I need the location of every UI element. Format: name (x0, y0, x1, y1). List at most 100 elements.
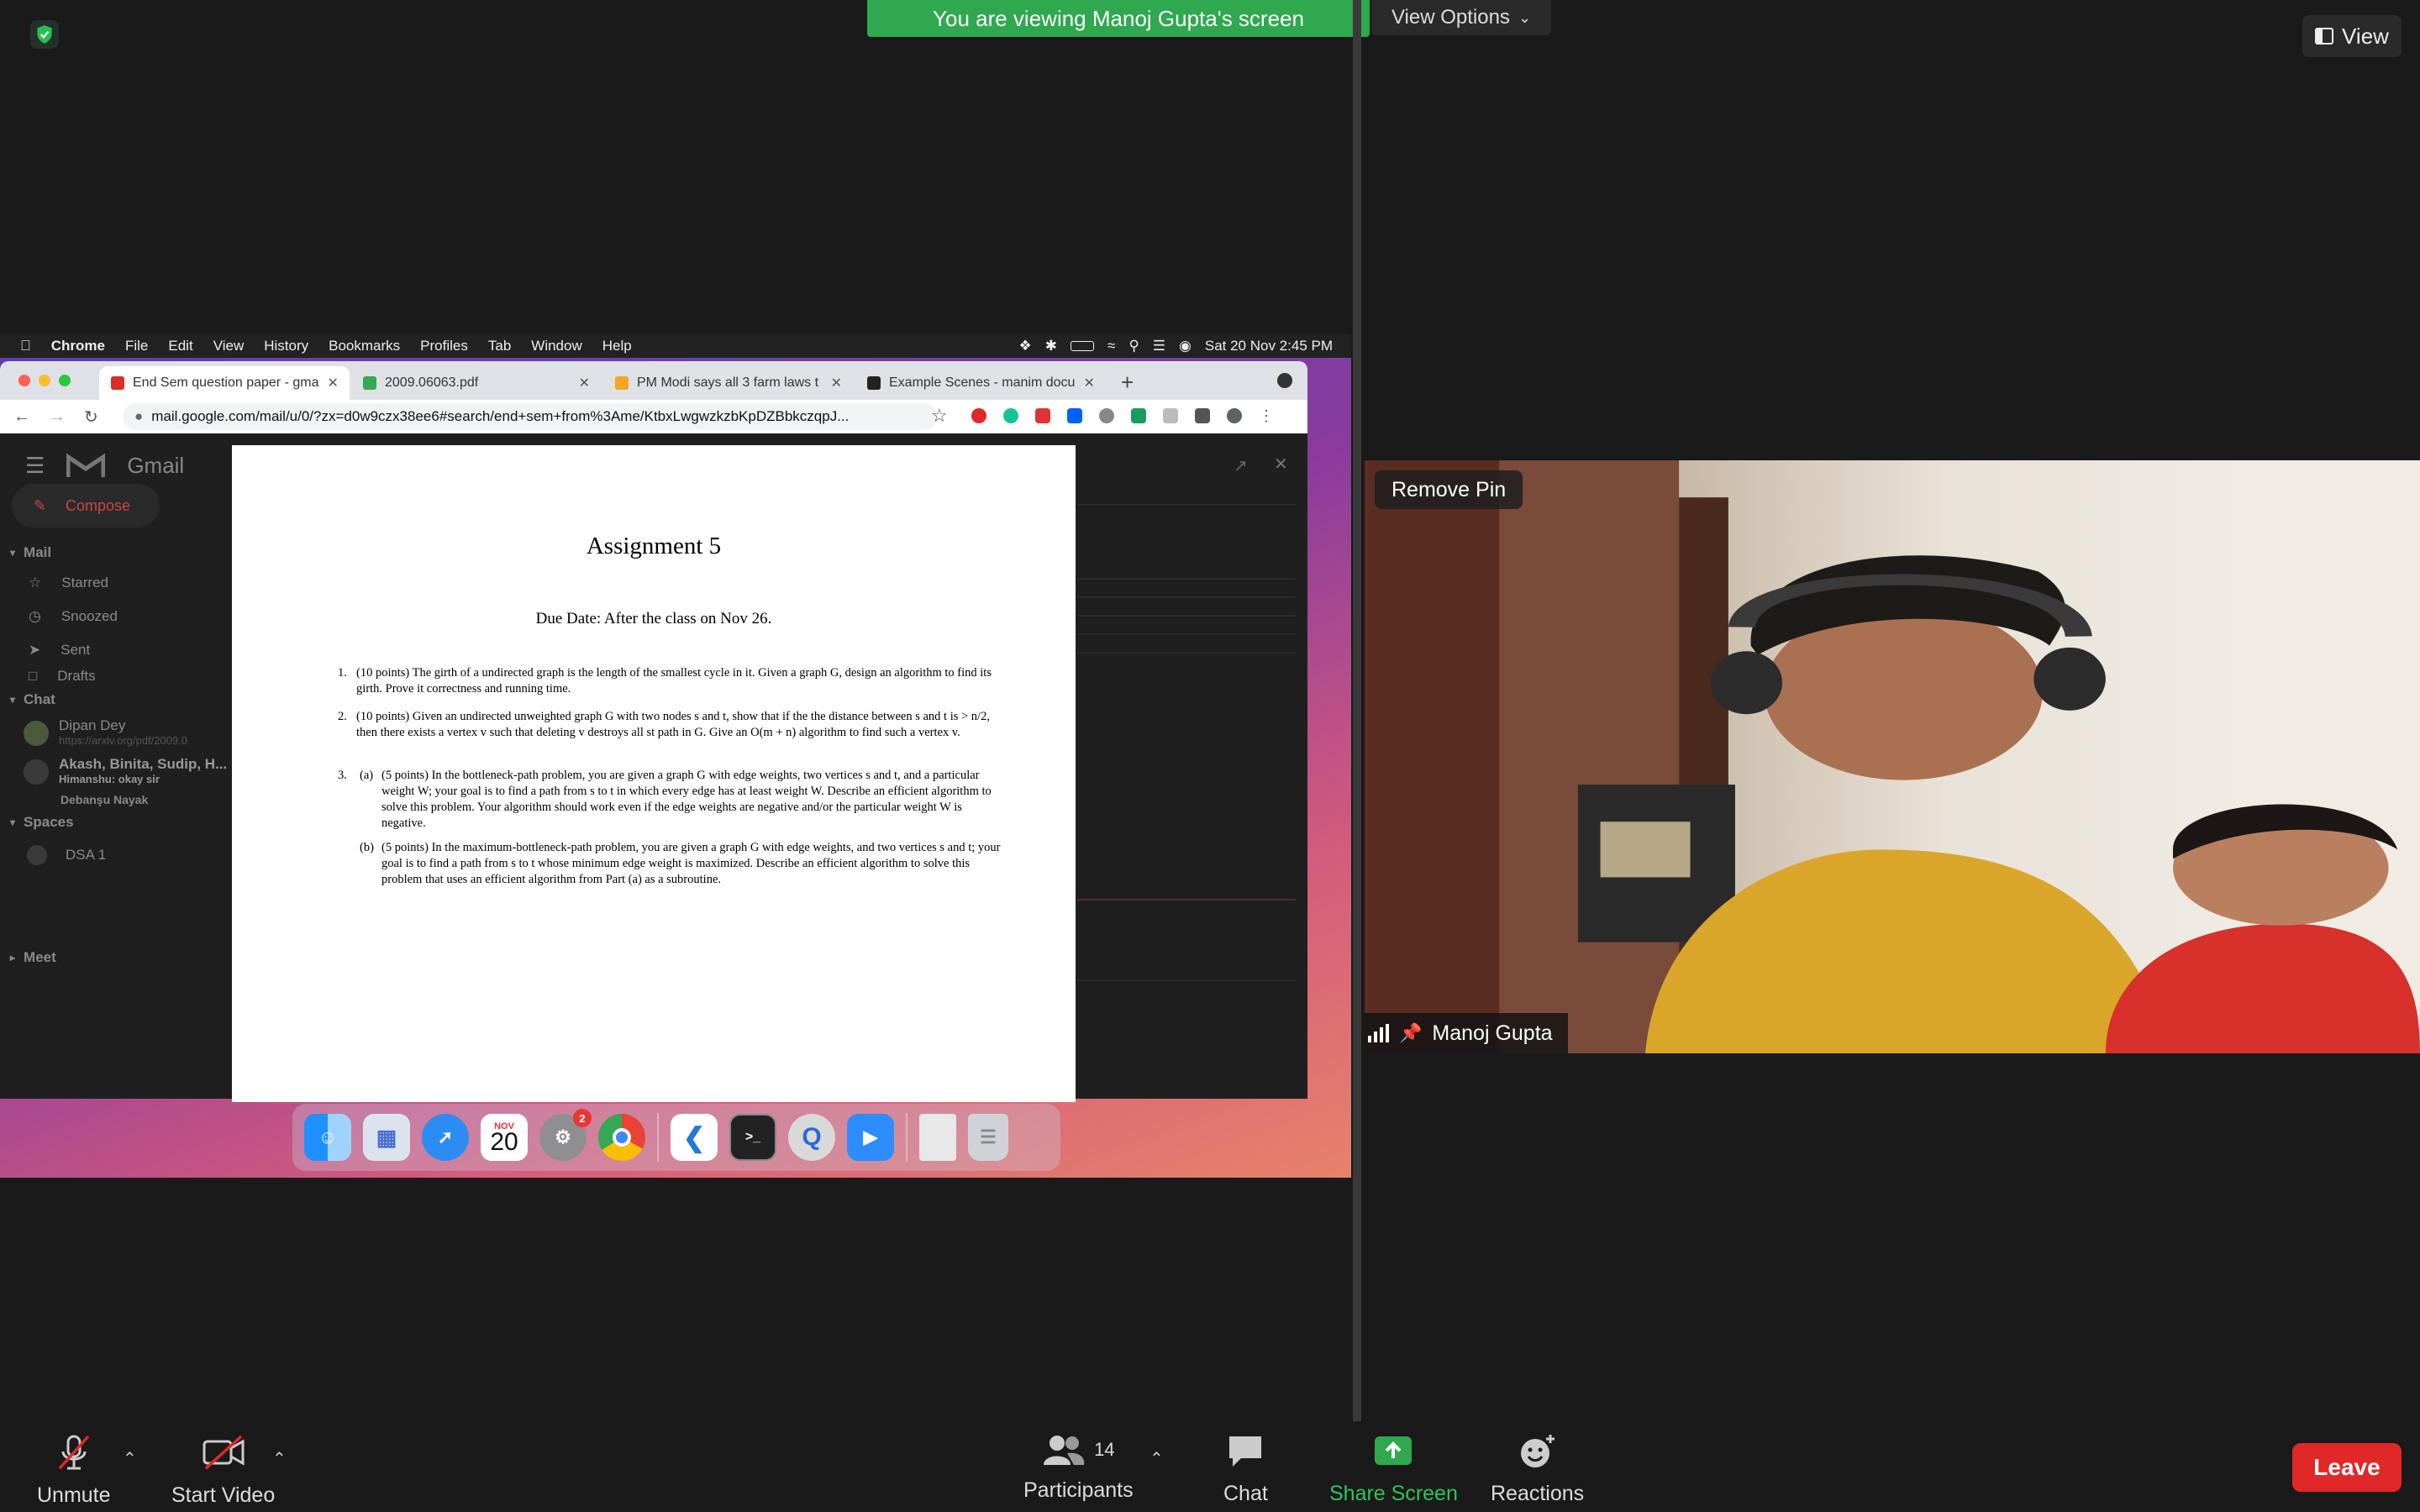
participant-video-tile[interactable]: Remove Pin 📌 Manoj Gupta (1365, 460, 2420, 1053)
security-shield-icon[interactable] (30, 20, 59, 49)
tab-gmail[interactable]: End Sem question paper - gma ✕ (99, 366, 350, 400)
menu-tab[interactable]: Tab (488, 338, 511, 354)
zoom-app-icon[interactable]: ▶ (847, 1114, 894, 1161)
menu-help[interactable]: Help (602, 338, 632, 354)
hamburger-menu-icon[interactable]: ☰ (25, 453, 45, 479)
address-bar[interactable]: ● mail.google.com/mail/u/0/?zx=d0w9czx38… (123, 403, 938, 430)
bluetooth-icon[interactable]: ✱ (1045, 338, 1057, 354)
menu-file[interactable]: File (125, 338, 148, 354)
close-tab-icon[interactable]: ✕ (327, 375, 338, 391)
tab-manim[interactable]: Example Scenes - manim docu ✕ (855, 366, 1106, 400)
compose-button[interactable]: ✎ Compose (12, 484, 160, 528)
nav-sent[interactable]: ➤ Sent (10, 633, 227, 667)
meeting-controls-bar: Unmute ⌃ Start Video ⌃ 14 Participants ⌃… (0, 1421, 2420, 1512)
tab-title: End Sem question paper - gma (133, 375, 319, 390)
forward-icon[interactable]: → (49, 407, 66, 427)
share-screen-button[interactable]: Share Screen (1329, 1433, 1458, 1506)
profile-avatar-icon[interactable] (1227, 408, 1242, 423)
pdf-favicon-icon (363, 376, 376, 390)
puzzle-extensions-icon[interactable] (1195, 408, 1210, 423)
new-tab-icon[interactable]: + (1121, 370, 1134, 396)
menu-datetime[interactable]: Sat 20 Nov 2:45 PM (1205, 338, 1333, 354)
panel-splitter[interactable] (1353, 0, 1361, 1421)
quicktime-app-icon[interactable]: Q (788, 1114, 835, 1161)
chat-section-header[interactable]: ▾ Chat (10, 685, 227, 714)
safari-app-icon[interactable]: ➚ (422, 1114, 469, 1161)
system-preferences-app-icon[interactable]: ⚙ 2 (539, 1109, 592, 1161)
reactions-button[interactable]: Reactions (1491, 1433, 1584, 1506)
close-tab-icon[interactable]: ✕ (831, 375, 842, 391)
back-icon[interactable]: ← (13, 407, 30, 427)
chat-item[interactable]: Dipan Dey https://arxiv.org/pdf/2009.0 (10, 714, 227, 753)
chat-button[interactable]: Chat (1223, 1433, 1268, 1506)
dropbox-icon[interactable]: ❖ (1018, 338, 1031, 354)
terminal-app-icon[interactable]: >_ (729, 1114, 776, 1161)
chat-item[interactable]: Debanşu Nayak (10, 791, 227, 808)
nav-drafts[interactable]: □ Drafts (10, 667, 227, 685)
bookmark-star-icon[interactable]: ☆ (931, 405, 948, 427)
menu-history[interactable]: History (264, 338, 308, 354)
start-video-button[interactable]: Start Video (171, 1433, 275, 1508)
control-center-icon[interactable]: ☰ (1153, 338, 1165, 354)
face-extension-icon[interactable] (1099, 408, 1114, 423)
menu-app-name[interactable]: Chrome (51, 338, 105, 354)
kebab-menu-icon[interactable]: ⋮ (1259, 408, 1274, 423)
wave-extension-icon[interactable] (1163, 408, 1178, 423)
battery-icon[interactable] (1070, 341, 1094, 351)
spaces-section-header[interactable]: ▾ Spaces (10, 808, 227, 837)
spotlight-search-icon[interactable]: ⚲ (1128, 338, 1139, 354)
chat-item[interactable]: Akash, Binita, Sudip, H... Himanshu: okay… (10, 753, 227, 791)
audio-options-chevron-icon[interactable]: ⌃ (123, 1448, 137, 1469)
space-item[interactable]: DSA 1 (10, 837, 227, 874)
launchpad-app-icon[interactable]: ▦ (363, 1114, 410, 1161)
mail-section-header[interactable]: ▾ Mail (10, 539, 227, 566)
participants-icon (1044, 1436, 1085, 1465)
signal-strength-icon (1368, 1024, 1389, 1042)
siri-icon[interactable]: ◉ (1179, 338, 1192, 354)
minimize-window-button[interactable] (39, 375, 50, 386)
chrome-app-icon[interactable] (598, 1114, 645, 1161)
shield-extension-icon[interactable] (1131, 408, 1146, 423)
close-tab-icon[interactable]: ✕ (579, 375, 590, 391)
close-preview-icon[interactable]: ✕ (1274, 454, 1288, 475)
participants-button[interactable]: 14 Participants (1023, 1433, 1134, 1503)
video-options-chevron-icon[interactable]: ⌃ (272, 1448, 287, 1469)
view-button[interactable]: View (2302, 15, 2402, 57)
wifi-icon[interactable]: ≈ (1107, 338, 1115, 354)
megaphone-extension-icon[interactable] (1035, 408, 1050, 423)
downloads-folder-icon[interactable] (919, 1114, 956, 1161)
calendar-day: 20 (490, 1128, 518, 1156)
adblock-extension-icon[interactable] (971, 408, 986, 423)
finder-app-icon[interactable]: ☺ (304, 1114, 351, 1161)
question-number: 1. (338, 666, 347, 680)
meet-section-header[interactable]: ▸ Meet (10, 944, 227, 971)
reload-icon[interactable]: ↻ (84, 407, 98, 428)
tab-pdf[interactable]: 2009.06063.pdf ✕ (351, 366, 602, 400)
close-tab-icon[interactable]: ✕ (1083, 375, 1094, 391)
vscode-app-icon[interactable]: ❮ (671, 1114, 718, 1161)
menu-profiles[interactable]: Profiles (420, 338, 468, 354)
tab-search-icon[interactable] (1277, 373, 1292, 388)
unmute-button[interactable]: Unmute (37, 1433, 111, 1508)
tab-news[interactable]: PM Modi says all 3 farm laws t ✕ (603, 366, 854, 400)
nav-snoozed[interactable]: ◷ Snoozed (10, 600, 227, 633)
view-options-dropdown[interactable]: View Options ⌄ (1371, 0, 1551, 35)
open-in-new-window-icon[interactable]: ↗ (1234, 455, 1248, 476)
mac-menu-bar:  Chrome File Edit View History Bookmark… (0, 334, 1351, 358)
close-window-button[interactable] (18, 375, 30, 386)
calendar-app-icon[interactable]: NOV 20 (481, 1114, 528, 1161)
menu-edit[interactable]: Edit (168, 338, 192, 354)
grammarly-extension-icon[interactable] (1003, 408, 1018, 423)
trash-icon[interactable]: ☰ (968, 1114, 1008, 1161)
dropbox-extension-icon[interactable] (1067, 408, 1082, 423)
nav-starred[interactable]: ☆ Starred (10, 566, 227, 600)
menu-view[interactable]: View (213, 338, 245, 354)
leave-meeting-button[interactable]: Leave (2292, 1443, 2402, 1492)
zoom-window-button[interactable] (59, 375, 71, 386)
menu-bookmarks[interactable]: Bookmarks (329, 338, 400, 354)
participants-options-chevron-icon[interactable]: ⌃ (1150, 1448, 1164, 1469)
nav-label: Drafts (57, 668, 96, 684)
menu-window[interactable]: Window (531, 338, 581, 354)
apple-icon[interactable]:  (20, 338, 31, 354)
remove-pin-button[interactable]: Remove Pin (1375, 470, 1523, 509)
